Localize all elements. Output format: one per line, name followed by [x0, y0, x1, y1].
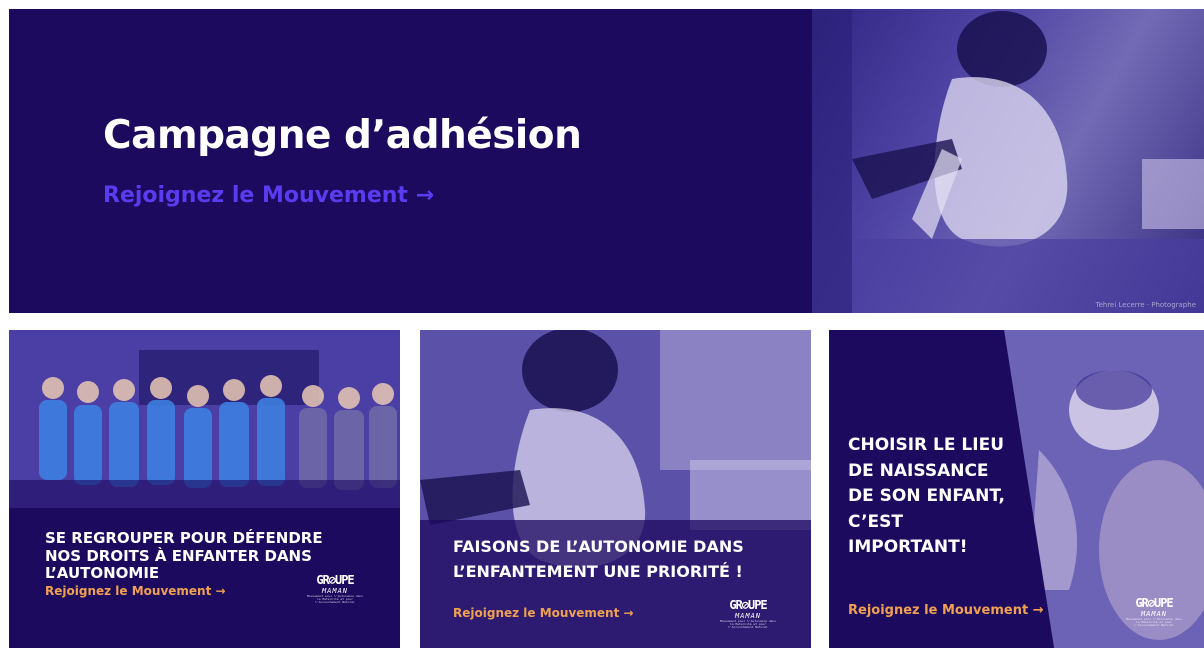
- campaign-card-2[interactable]: FAISONS DE L’AUTONOMIE DANS L’ENFANTEMEN…: [420, 330, 811, 648]
- join-movement-link[interactable]: Rejoignez le Mouvement →: [45, 584, 226, 598]
- join-movement-link[interactable]: Rejoignez le Mouvement →: [848, 603, 1044, 618]
- headline-line: DE NAISSANCE: [848, 460, 989, 481]
- membership-campaign-banner[interactable]: Campagne d’adhésion Rejoignez le Mouveme…: [9, 9, 1204, 313]
- group-photo: [9, 330, 400, 508]
- banner-title: Campagne d’adhésion: [103, 113, 582, 158]
- headline-line: L’AUTONOMIE: [45, 564, 160, 583]
- banner-photo: Tehrei Lecerre · Photographe: [812, 9, 1204, 313]
- headline-line: FAISONS DE L’AUTONOMIE DANS: [453, 537, 744, 556]
- campaign-card-3[interactable]: CHOISIR LE LIEU DE NAISSANCE DE SON ENFA…: [829, 330, 1204, 648]
- headline-line: NOS DROITS À ENFANTER DANS: [45, 546, 312, 565]
- headline-line: CHOISIR LE LIEU: [848, 435, 1004, 455]
- headline-line: SE REGROUPER POUR DÉFENDRE: [45, 529, 323, 547]
- headline-line: L’ENFANTEMENT UNE PRIORITÉ !: [453, 561, 743, 581]
- join-movement-link[interactable]: Rejoignez le Mouvement →: [103, 183, 434, 208]
- headline-line: C’EST: [848, 511, 904, 532]
- card-3-headline: CHOISIR LE LIEU DE NAISSANCE DE SON ENFA…: [848, 433, 1005, 561]
- campaign-card-1[interactable]: SE REGROUPER POUR DÉFENDRE NOS DROITS À …: [9, 330, 400, 648]
- birth-scene-illustration: [812, 9, 1204, 313]
- photo-credit: Tehrei Lecerre · Photographe: [1095, 301, 1197, 309]
- card-2-headline: FAISONS DE L’AUTONOMIE DANS L’ENFANTEMEN…: [453, 537, 744, 582]
- groupe-maman-logo: GR⊘UPE MAMAN Mouvement pour l’Autonomie …: [720, 598, 776, 629]
- groupe-maman-logo: GR⊘UPE MAMAN Mouvement pour l’Autonomie …: [307, 573, 363, 604]
- group-of-women-illustration: [9, 330, 400, 508]
- groupe-maman-logo: GR⊘UPE MAMAN Mouvement pour l’Autonomie …: [1126, 596, 1182, 627]
- headline-line: DE SON ENFANT,: [848, 486, 1006, 506]
- card-1-headline: SE REGROUPER POUR DÉFENDRE NOS DROITS À …: [45, 529, 323, 583]
- join-movement-link[interactable]: Rejoignez le Mouvement →: [453, 606, 634, 620]
- headline-line: IMPORTANT!: [848, 537, 968, 557]
